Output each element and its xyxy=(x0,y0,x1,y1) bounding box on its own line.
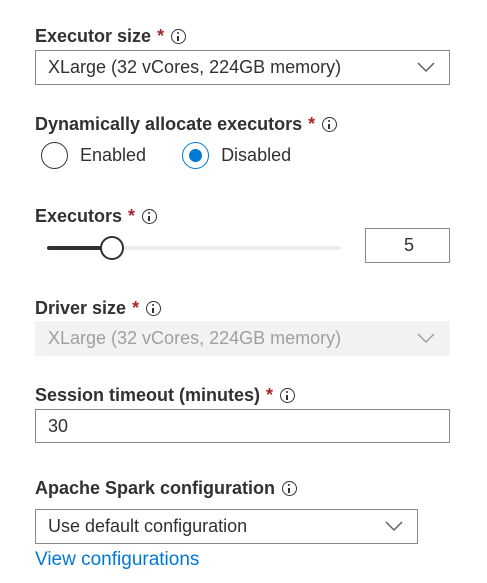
chevron-down-icon xyxy=(385,521,403,532)
info-icon[interactable] xyxy=(146,301,162,316)
executors-count-input[interactable]: 5 xyxy=(365,228,450,263)
view-configurations-link[interactable]: View configurations xyxy=(35,549,199,571)
executor-size-dropdown[interactable]: XLarge (32 vCores, 224GB memory) xyxy=(35,50,450,85)
session-timeout-input[interactable]: 30 xyxy=(35,409,450,443)
executors-slider-track[interactable] xyxy=(47,246,341,250)
driver-size-dropdown: XLarge (32 vCores, 224GB memory) xyxy=(35,321,450,356)
chevron-down-icon xyxy=(417,62,435,73)
dynamic-allocation-radio-group: Enabled Disabled xyxy=(41,142,291,169)
executors-label: Executors * xyxy=(35,206,158,227)
spark-config-value: Use default configuration xyxy=(48,516,248,536)
executor-size-value: XLarge (32 vCores, 224GB memory) xyxy=(48,57,342,77)
required-marker: * xyxy=(157,26,165,46)
required-marker: * xyxy=(266,385,274,405)
driver-size-value: XLarge (32 vCores, 224GB memory) xyxy=(48,328,342,348)
info-icon[interactable] xyxy=(171,29,187,44)
spark-config-dropdown[interactable]: Use default configuration xyxy=(35,509,418,544)
info-icon[interactable] xyxy=(280,388,296,403)
radio-disabled[interactable] xyxy=(182,142,210,169)
executor-size-label-text: Executor size xyxy=(35,26,152,46)
session-timeout-label: Session timeout (minutes) * xyxy=(35,385,296,406)
spark-config-label: Apache Spark configuration xyxy=(35,478,298,499)
info-icon[interactable] xyxy=(322,117,338,132)
required-marker: * xyxy=(308,114,316,134)
dynamic-allocation-label-text: Dynamically allocate executors xyxy=(35,114,303,134)
session-timeout-label-text: Session timeout (minutes) xyxy=(35,385,261,405)
info-icon[interactable] xyxy=(282,481,298,496)
info-icon[interactable] xyxy=(142,209,158,224)
radio-enabled[interactable] xyxy=(41,142,68,169)
chevron-down-icon xyxy=(417,333,435,344)
driver-size-label: Driver size * xyxy=(35,298,162,319)
radio-disabled-label[interactable]: Disabled xyxy=(221,145,291,166)
spark-config-label-text: Apache Spark configuration xyxy=(35,478,276,498)
driver-size-label-text: Driver size xyxy=(35,298,127,318)
executors-slider-thumb[interactable] xyxy=(99,236,124,260)
required-marker: * xyxy=(132,298,140,318)
dynamic-allocation-label: Dynamically allocate executors * xyxy=(35,114,338,135)
radio-enabled-label[interactable]: Enabled xyxy=(80,145,146,166)
executor-size-label: Executor size * xyxy=(35,26,187,47)
executors-label-text: Executors xyxy=(35,206,123,226)
required-marker: * xyxy=(128,206,136,226)
